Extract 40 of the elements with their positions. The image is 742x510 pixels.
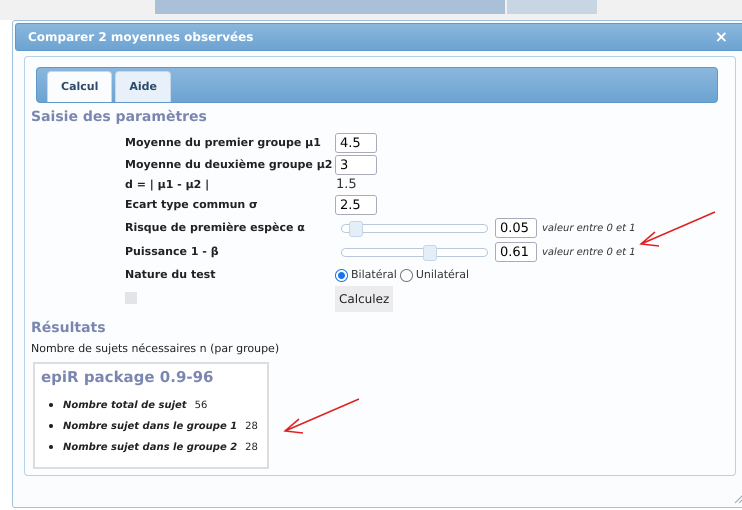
- parameter-label: Moyenne du premier groupe µ1: [125, 134, 322, 151]
- radio-button[interactable]: [335, 268, 348, 282]
- number-field[interactable]: 2.5: [335, 195, 377, 215]
- bullet-icon: [49, 424, 53, 428]
- result-label: Nombre sujet dans le groupe 2: [63, 440, 238, 454]
- value-field[interactable]: 0.05: [495, 218, 537, 238]
- result-value: 28: [245, 440, 258, 454]
- results-caption: Nombre de sujets nécessaires n (par groupe): [31, 341, 280, 357]
- number-field[interactable]: 3: [335, 155, 377, 175]
- hint-text: valeur entre 0 et 1: [542, 222, 636, 236]
- parameter-label: Ecart type commun σ: [125, 196, 259, 213]
- resize-grip-icon: [734, 494, 742, 504]
- bullet-icon: [49, 403, 53, 407]
- radio-button[interactable]: [400, 268, 413, 282]
- radio-option[interactable]: Bilatéral: [335, 266, 397, 284]
- bullet-icon: [49, 445, 53, 449]
- result-label: Nombre total de sujet: [63, 398, 187, 412]
- tab[interactable]: Calcul: [47, 71, 112, 102]
- parameter-label: Risque de première espèce α: [125, 220, 306, 236]
- parameter-label: Nature du test: [125, 266, 216, 283]
- parameter-label: Moyenne du deuxième groupe µ2: [125, 156, 334, 173]
- window-title: Comparer 2 moyennes observées: [28, 29, 254, 46]
- parameter-label: d = | µ1 - µ2 |: [125, 176, 210, 193]
- tab[interactable]: Aide: [115, 71, 172, 102]
- calculate-button[interactable]: Calculez: [335, 286, 394, 312]
- section-heading: Résultats: [31, 319, 107, 338]
- parameter-label: Puissance 1 - β: [125, 244, 220, 260]
- checkbox[interactable]: [125, 292, 137, 304]
- result-label: Nombre sujet dans le groupe 1: [63, 420, 238, 434]
- result-value: 56: [194, 398, 208, 412]
- result-value: 28: [245, 420, 258, 434]
- slider-thumb[interactable]: [349, 220, 364, 236]
- number-field[interactable]: 4.5: [335, 133, 377, 153]
- hint-text: valeur entre 0 et 1: [542, 246, 636, 260]
- slider-thumb[interactable]: [423, 244, 438, 260]
- difference-value: 1.5: [335, 176, 357, 194]
- value-field[interactable]: 0.61: [495, 242, 537, 262]
- box-title: epiR package 0.9-96: [41, 366, 214, 388]
- section-heading: Saisie des paramètres: [31, 108, 208, 127]
- radio-option[interactable]: Unilatéral: [400, 266, 470, 284]
